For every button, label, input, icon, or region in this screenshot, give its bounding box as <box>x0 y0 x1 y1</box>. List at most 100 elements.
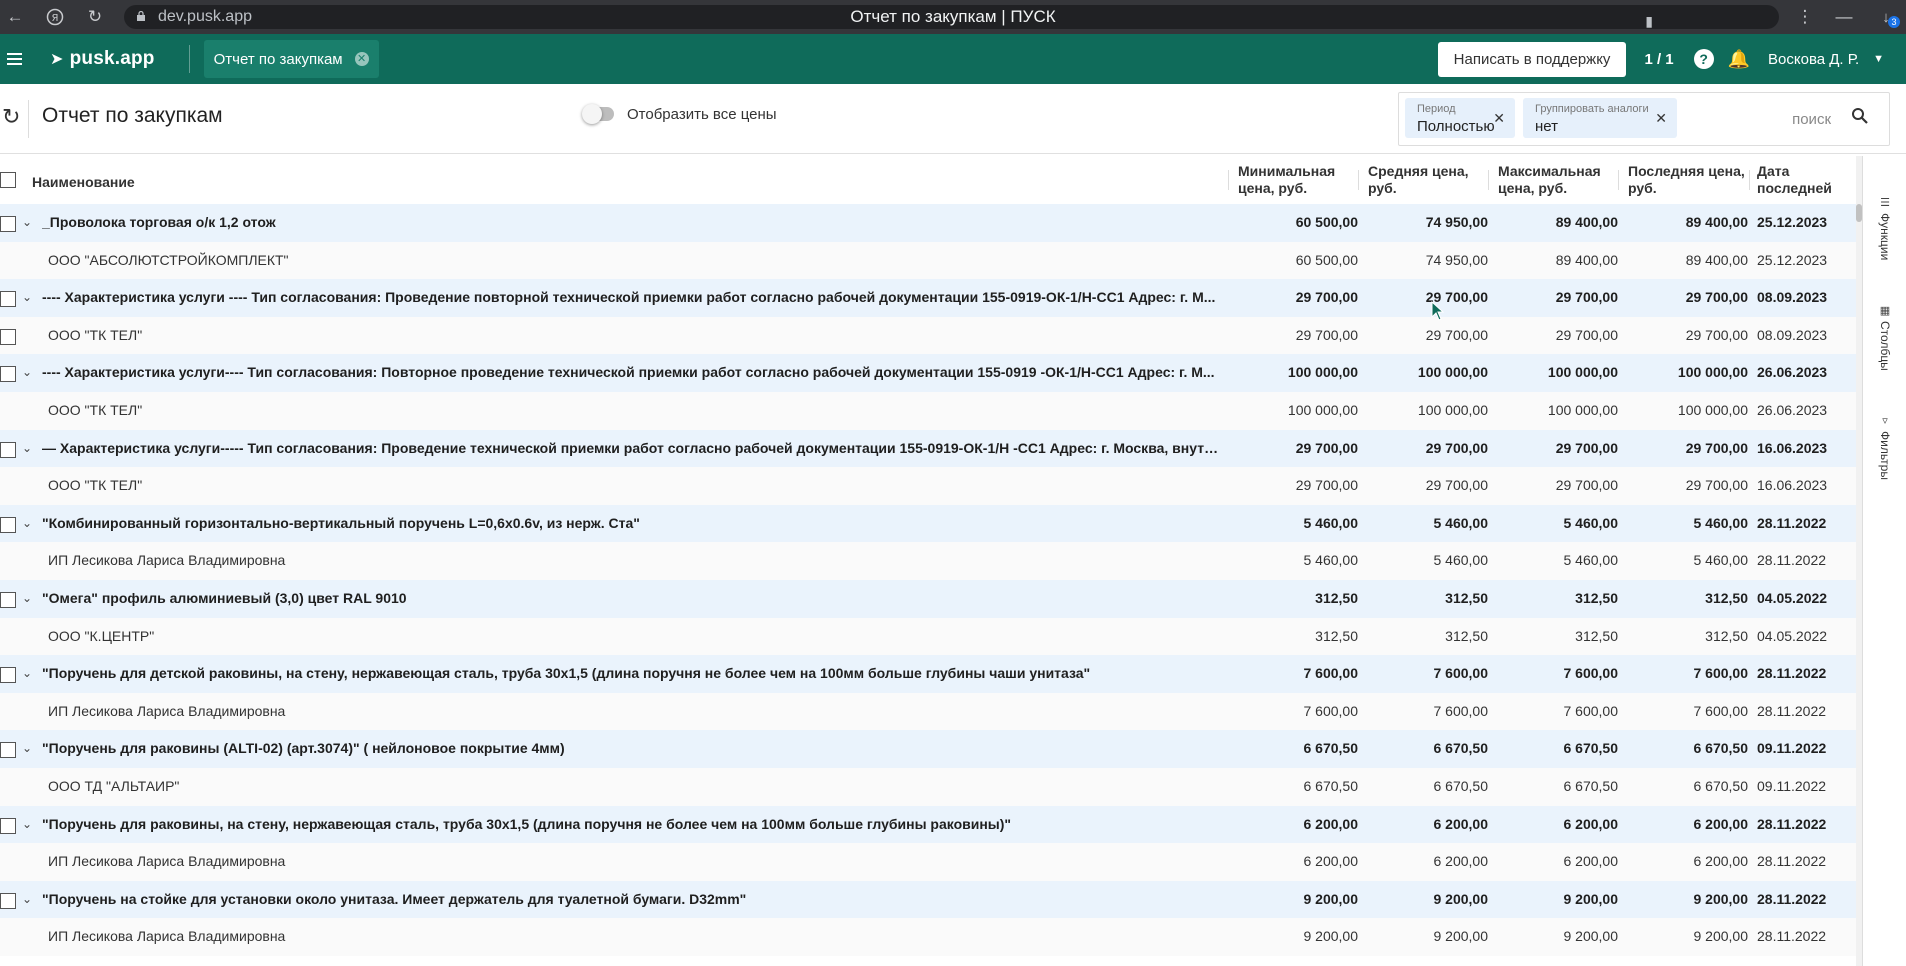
search-icon[interactable] <box>1851 107 1869 125</box>
row-checkbox[interactable] <box>0 366 16 383</box>
cell-max: 29 700,00 <box>1555 289 1618 306</box>
column-header-last[interactable]: Последняя цена, руб. <box>1628 163 1745 197</box>
yandex-icon[interactable]: Я <box>40 0 70 34</box>
chevron-down-icon[interactable]: ⌄ <box>22 655 32 693</box>
downloads-icon[interactable]: ↓ 3 <box>1866 0 1906 34</box>
functions-panel-button[interactable]: ☰ Функции <box>1863 196 1906 260</box>
header-line: Максимальная <box>1498 163 1601 179</box>
supplier-row[interactable]: ООО "ТК ТЕЛ" 29 700,00 29 700,00 29 700,00 2… <box>0 467 1856 505</box>
cell-avg: 100 000,00 <box>1417 364 1488 381</box>
more-icon[interactable]: ⋮ <box>1788 0 1822 34</box>
column-header-min[interactable]: Минимальная цена, руб. <box>1238 163 1335 197</box>
help-icon[interactable]: ? <box>1693 49 1714 69</box>
column-header-name[interactable]: Наименование <box>32 174 135 191</box>
header-line: Последняя цена, <box>1628 163 1745 179</box>
close-icon[interactable]: ✕ <box>354 52 369 66</box>
filter-search-box[interactable]: Период Полностью ✕ Группировать аналоги … <box>1398 92 1890 146</box>
supplier-row[interactable]: ИП Лесикова Лариса Владимировна 7 600,00 7… <box>0 692 1856 731</box>
cell-min: 312,50 <box>1315 627 1358 644</box>
refresh-icon[interactable]: ↻ <box>2 104 20 130</box>
column-header-max[interactable]: Максимальная цена, руб. <box>1498 163 1601 197</box>
chevron-down-icon[interactable]: ▼ <box>1873 53 1884 65</box>
chevron-down-icon[interactable]: ⌄ <box>22 279 32 317</box>
row-checkbox[interactable] <box>0 667 16 684</box>
back-arrow-icon[interactable]: ← <box>0 0 30 34</box>
supplier-row[interactable]: ООО "ТК ТЕЛ" 100 000,00 100 000,00 100 000,… <box>0 391 1856 430</box>
report-toolbar: ↻ Отчет по закупкам Отобразить все цены … <box>0 84 1906 154</box>
supplier-row[interactable]: ИП Лесикова Лариса Владимировна 9 200,00 9… <box>0 918 1856 956</box>
menu-icon[interactable] <box>0 34 28 84</box>
table-body: ⌄ _Проволока торговая о/к 1,2 отож 60 500,… <box>0 204 1856 956</box>
column-header-date[interactable]: Дата последней <box>1757 163 1832 197</box>
column-divider[interactable] <box>1488 170 1489 190</box>
header-line: руб. <box>1368 180 1397 196</box>
row-checkbox[interactable] <box>0 328 16 345</box>
filters-panel-button[interactable]: ▿ Фильтры <box>1863 414 1906 480</box>
supplier-row[interactable]: ООО ТД "АЛЬТАИР" 6 670,50 6 670,50 6 670,50… <box>0 767 1856 806</box>
cell-name: ---- Характеристика услуги---- Тип согла… <box>42 364 1215 381</box>
bookmark-icon[interactable]: ▮ <box>1645 13 1653 30</box>
row-checkbox[interactable] <box>0 216 16 232</box>
group-row[interactable]: ⌄ "Поручень для раковины (ALTI-02) (арт.3… <box>0 730 1856 768</box>
chevron-down-icon[interactable]: ⌄ <box>22 881 32 919</box>
group-row[interactable]: ⌄ "Поручень на стойке для установки около… <box>0 880 1856 919</box>
chevron-down-icon[interactable]: ⌄ <box>22 505 32 543</box>
group-row[interactable]: ⌄ ---- Характеристика услуги ---- Тип сог… <box>0 279 1856 317</box>
chevron-down-icon[interactable]: ⌄ <box>22 806 32 844</box>
column-divider[interactable] <box>1749 170 1750 190</box>
group-row[interactable]: ⌄ "Комбинированный горизонтально-вертикал… <box>0 504 1856 543</box>
show-all-prices-toggle[interactable] <box>582 104 614 124</box>
tab-purchase-report[interactable]: Отчет по закупкам ✕ <box>203 40 379 78</box>
chevron-down-icon[interactable]: ⌄ <box>22 204 32 242</box>
row-checkbox[interactable] <box>0 291 16 308</box>
chevron-down-icon[interactable]: ⌄ <box>22 730 32 768</box>
downloads-badge: 3 <box>1888 16 1900 28</box>
column-divider[interactable] <box>1228 170 1229 190</box>
cell-date: 25.12.2023 <box>1757 251 1828 268</box>
group-row[interactable]: ⌄ "Омега" профиль алюминиевый (3,0) цвет … <box>0 579 1856 618</box>
column-header-avg[interactable]: Средняя цена, руб. <box>1368 163 1469 197</box>
reload-icon[interactable]: ↻ <box>80 0 110 34</box>
counter[interactable]: 1 / 1 <box>1644 51 1673 68</box>
close-icon[interactable]: ✕ <box>1493 110 1505 127</box>
row-checkbox[interactable] <box>0 591 16 608</box>
cell-avg: 74 950,00 <box>1425 251 1488 268</box>
chevron-down-icon[interactable]: ⌄ <box>22 354 32 392</box>
cell-max: 9 200,00 <box>1563 890 1619 907</box>
column-divider[interactable] <box>1618 170 1619 190</box>
cell-avg: 5 460,00 <box>1433 552 1489 569</box>
select-all-checkbox[interactable] <box>0 172 16 188</box>
filter-chip-group[interactable]: Группировать аналоги нет ✕ <box>1523 98 1677 138</box>
supplier-row[interactable]: ООО "ТК ТЕЛ" 29 700,00 29 700,00 29 700,00 2… <box>0 316 1856 355</box>
cell-date: 28.11.2022 <box>1757 928 1827 945</box>
supplier-row[interactable]: ООО "К.ЦЕНТР" 312,50 312,50 312,50 312,50 04.… <box>0 617 1856 656</box>
filter-chip-period[interactable]: Период Полностью ✕ <box>1405 98 1515 138</box>
group-row[interactable]: ⌄ "Поручень для раковины, на стену, нержа… <box>0 805 1856 844</box>
close-icon[interactable]: ✕ <box>1655 110 1667 127</box>
supplier-row[interactable]: ИП Лесикова Лариса Владимировна 5 460,00 5… <box>0 542 1856 580</box>
logo[interactable]: ➤ pusk.app <box>50 48 155 70</box>
group-row[interactable]: ⌄ _Проволока торговая о/к 1,2 отож 60 500,… <box>0 204 1856 242</box>
supplier-row[interactable]: ИП Лесикова Лариса Владимировна 6 200,00 6… <box>0 843 1856 881</box>
cell-min: 5 460,00 <box>1303 552 1359 569</box>
group-row[interactable]: ⌄ ---- Характеристика услуги---- Тип согл… <box>0 354 1856 392</box>
bell-icon[interactable]: 🔔 <box>1728 49 1750 70</box>
row-checkbox[interactable] <box>0 742 16 759</box>
supplier-row[interactable]: ООО "АБСОЛЮТСТРОЙКОМПЛЕКТ" 60 500,00 74 95… <box>0 241 1856 280</box>
address-bar[interactable]: dev.pusk.app ▮ <box>124 5 1779 29</box>
row-checkbox[interactable] <box>0 441 16 458</box>
search-input[interactable]: поиск <box>1792 111 1831 128</box>
row-checkbox[interactable] <box>0 516 16 533</box>
minimize-icon[interactable]: — <box>1822 0 1866 34</box>
support-button[interactable]: Написать в поддержку <box>1437 41 1627 77</box>
group-row[interactable]: ⌄ — Характеристика услуги----- Тип соглас… <box>0 429 1856 468</box>
group-row[interactable]: ⌄ "Поручень для детской раковины, на стен… <box>0 655 1856 693</box>
chevron-down-icon[interactable]: ⌄ <box>22 580 32 618</box>
chevron-down-icon[interactable]: ⌄ <box>22 430 32 468</box>
column-divider[interactable] <box>1358 170 1359 190</box>
columns-panel-button[interactable]: ▦ Столбцы <box>1863 304 1906 371</box>
logo-text: pusk.app <box>69 48 155 69</box>
user-menu[interactable]: Воскова Д. Р. <box>1768 51 1859 68</box>
row-checkbox[interactable] <box>0 817 16 834</box>
row-checkbox[interactable] <box>0 892 16 909</box>
